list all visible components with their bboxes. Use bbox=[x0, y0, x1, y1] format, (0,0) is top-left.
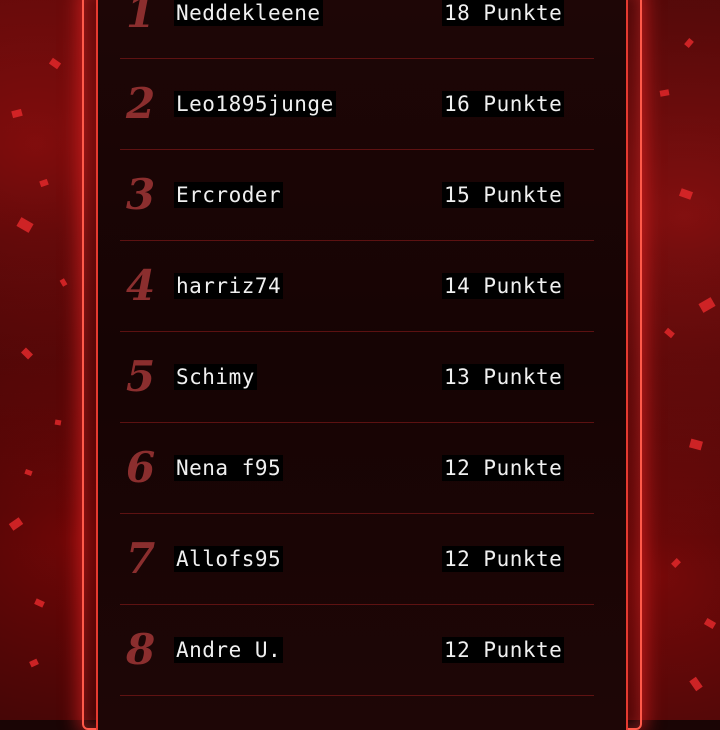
rank-number: 7 bbox=[126, 534, 156, 583]
player-points: 12 Punkte bbox=[442, 455, 565, 481]
player-name: Schimy bbox=[174, 364, 257, 390]
leaderboard-list: 1 Neddekleene 18 Punkte 2 Leo1895junge 1… bbox=[120, 0, 594, 696]
rank-number: 4 bbox=[126, 261, 156, 310]
player-name: harriz74 bbox=[174, 273, 284, 299]
player-points: 15 Punkte bbox=[442, 182, 565, 208]
rank-number: 5 bbox=[126, 352, 156, 401]
player-points: 16 Punkte bbox=[442, 91, 565, 117]
player-points: 12 Punkte bbox=[442, 546, 565, 572]
player-name: Ercroder bbox=[174, 182, 284, 208]
leaderboard-row: 5 Schimy 13 Punkte bbox=[120, 332, 594, 423]
rank-number: 8 bbox=[126, 625, 156, 674]
player-points: 14 Punkte bbox=[442, 273, 565, 299]
leaderboard-row: 7 Allofs95 12 Punkte bbox=[120, 514, 594, 605]
leaderboard-row: 3 Ercroder 15 Punkte bbox=[120, 150, 594, 241]
player-points: 13 Punkte bbox=[442, 364, 565, 390]
player-name: Andre U. bbox=[174, 637, 284, 663]
rank-number: 2 bbox=[126, 79, 156, 128]
leaderboard-row: 8 Andre U. 12 Punkte bbox=[120, 605, 594, 696]
rank-number: 3 bbox=[126, 170, 156, 219]
rank-number: 6 bbox=[126, 443, 156, 492]
player-points: 18 Punkte bbox=[442, 0, 565, 26]
leaderboard-row: 1 Neddekleene 18 Punkte bbox=[120, 0, 594, 59]
confetti-piece bbox=[54, 419, 62, 426]
player-points: 12 Punkte bbox=[442, 637, 565, 663]
player-name: Leo1895junge bbox=[174, 91, 336, 117]
player-name: Neddekleene bbox=[174, 0, 323, 26]
rank-number: 1 bbox=[126, 0, 156, 37]
leaderboard-row: 2 Leo1895junge 16 Punkte bbox=[120, 59, 594, 150]
player-name: Nena f95 bbox=[174, 455, 284, 481]
player-name: Allofs95 bbox=[174, 546, 284, 572]
leaderboard-row: 4 harriz74 14 Punkte bbox=[120, 241, 594, 332]
leaderboard-row: 6 Nena f95 12 Punkte bbox=[120, 423, 594, 514]
